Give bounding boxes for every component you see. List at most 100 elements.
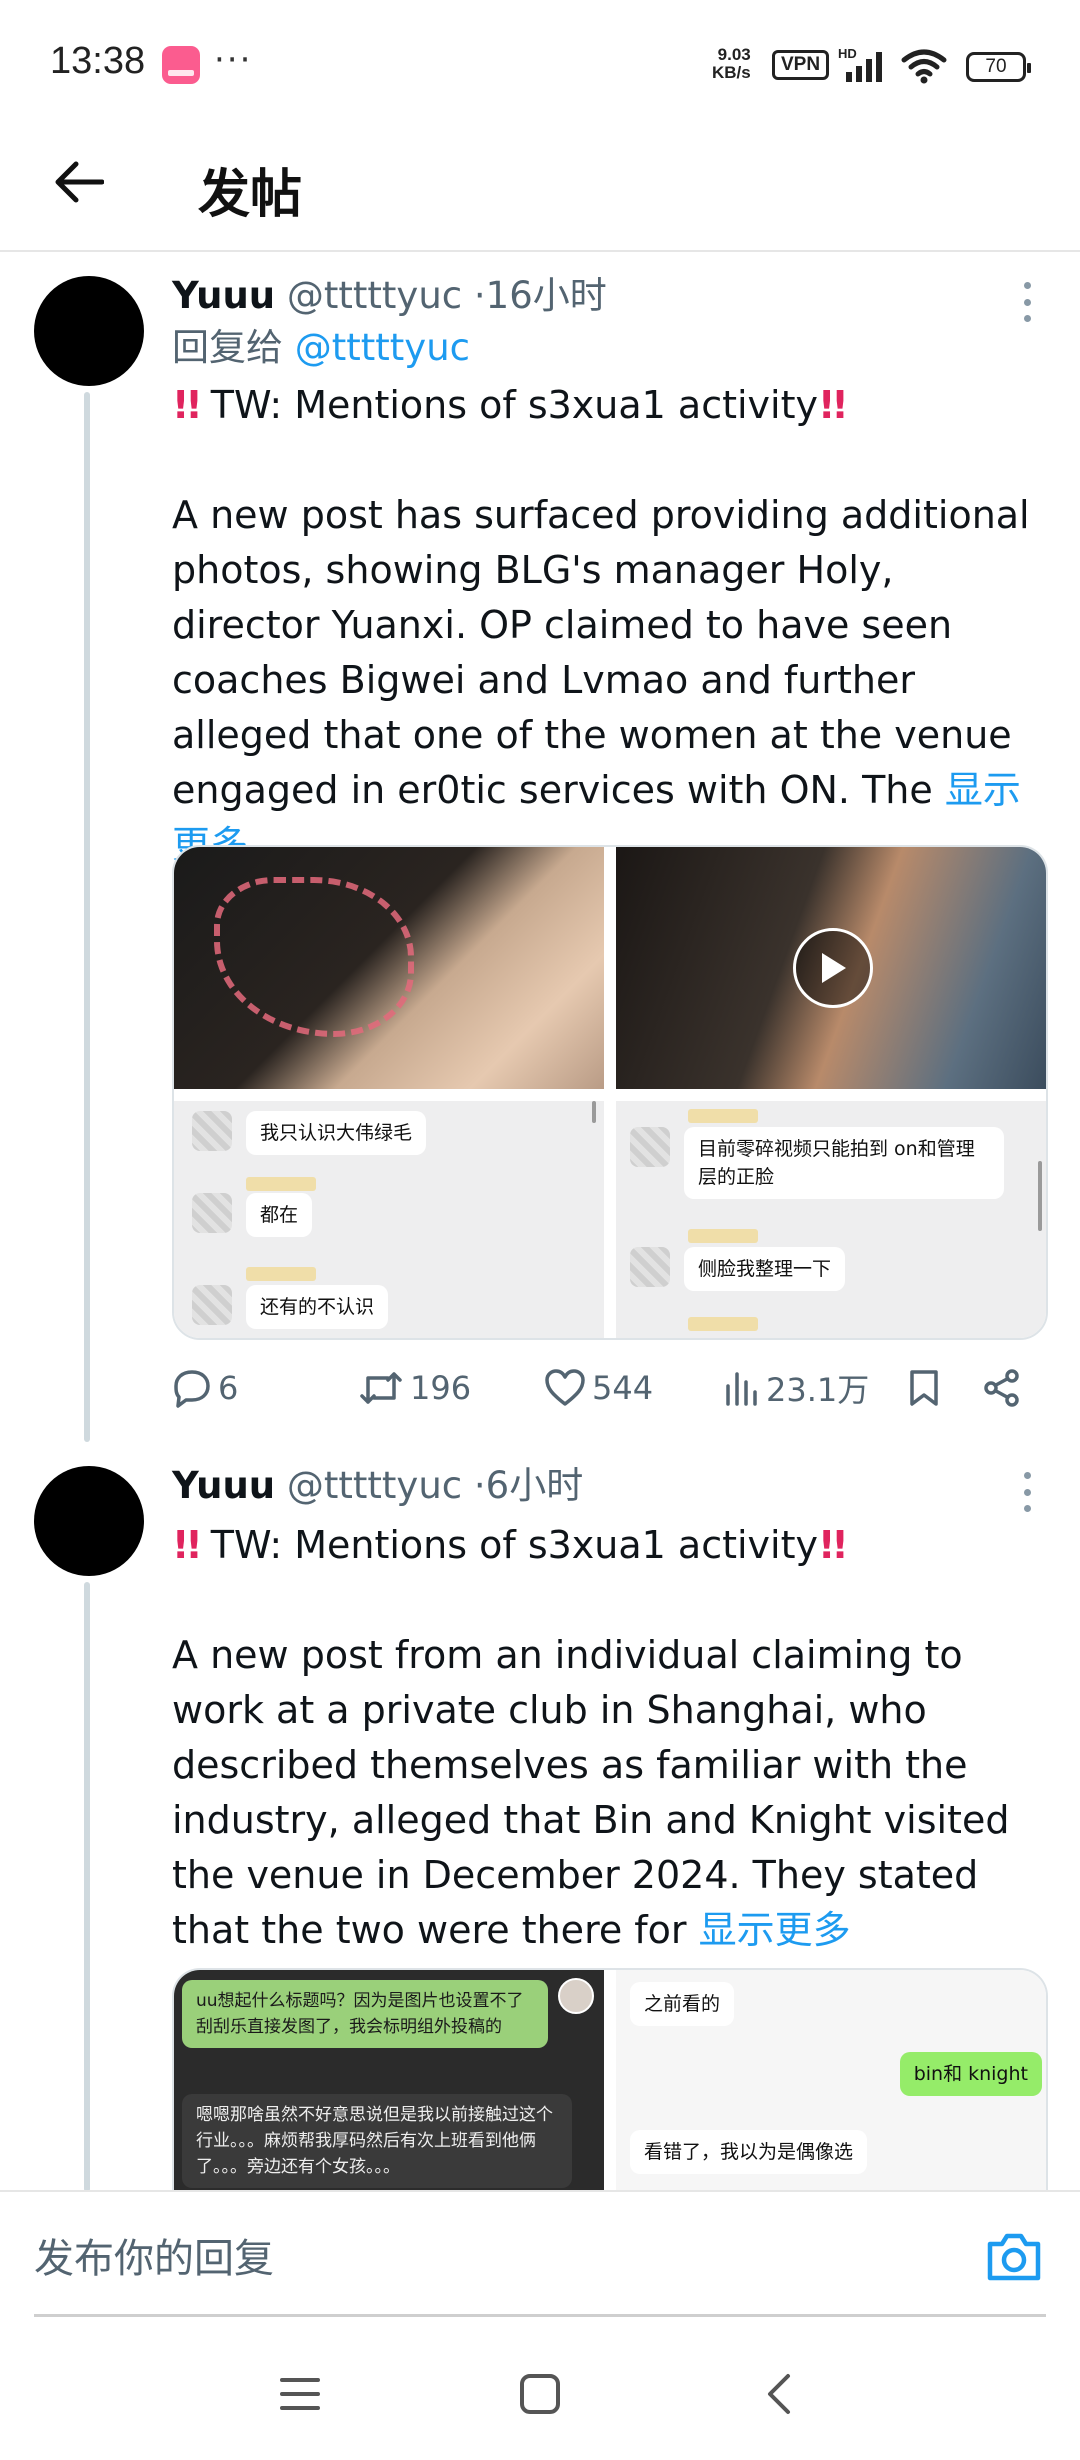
chat-bubble: 之前看的 [630, 1982, 735, 2026]
blurred-avatar [192, 1285, 232, 1325]
chevron-left-icon [768, 2374, 790, 2414]
double-exclamation-icon: !! [172, 1523, 203, 1567]
video-thumbnail[interactable] [616, 847, 1046, 1089]
battery-icon: 70 [966, 52, 1031, 82]
retweet-count: 196 [410, 1369, 472, 1407]
system-navigation-bar [0, 2320, 1080, 2460]
chat-message: 还有的不认识 [192, 1285, 389, 1329]
bookmark-button[interactable] [908, 1358, 946, 1418]
reply-button[interactable]: 6 [172, 1358, 238, 1418]
chat-screenshot[interactable]: 之前看的 bin和 knight 看错了，我以为是偶像选 [616, 1970, 1046, 2218]
chat-message: 嗯嗯那啥虽然不好意思说但是我以前接触过这个行业。。。麻烦帮我厚码然后有次上班看到… [182, 2094, 572, 2188]
chat-screenshot[interactable]: 我只认识大伟绿毛 都在 还有的不认识 [174, 1101, 604, 1338]
warning-line: !! TW: Mentions of s3xua1 activity!! [172, 378, 1048, 433]
reply-icon [174, 1370, 210, 1408]
reply-to-line: 回复给 @tttttyuc [172, 320, 1048, 376]
separator: · [473, 1464, 486, 1507]
views-chart-icon [726, 1372, 757, 1406]
blurred-avatar [192, 1193, 232, 1233]
status-bar: 13:38 ··· 9.03 KB/s VPN HD 70 [0, 0, 1080, 130]
show-more-link[interactable]: 显示更多 [699, 1908, 851, 1952]
reply-input[interactable]: 发布你的回复 [34, 2226, 274, 2284]
svg-text:HD: HD [838, 46, 857, 61]
chat-bubble: uu想起什么标题吗？因为是图片也设置不了刮刮乐直接发图了，我会标明组外投稿的 [182, 1980, 548, 2048]
warning-text: TW: Mentions of s3xua1 activity [210, 383, 818, 427]
back-nav-button[interactable] [750, 2368, 810, 2420]
tweet-time: 6小时 [485, 1464, 584, 1507]
chat-bubble: bin和 knight [899, 2052, 1042, 2096]
input-underline [34, 2314, 1046, 2317]
tweet[interactable]: Yuuu @tttttyuc ·6小时 !! TW: Mentions of s… [172, 1462, 1048, 1958]
chat-bubble: 都在 [246, 1193, 313, 1237]
home-button[interactable] [510, 2368, 570, 2420]
double-exclamation-icon: !! [818, 383, 849, 427]
media-grid: uu想起什么标题吗？因为是图片也设置不了刮刮乐直接发图了，我会标明组外投稿的 嗯… [172, 1968, 1048, 2218]
author-handle[interactable]: @tttttyuc [287, 1464, 462, 1507]
chat-screenshot[interactable]: 目前零碎视频只能拍到 on和管理层的正脸 侧脸我整理一下 [616, 1101, 1046, 1338]
chat-bubble: 我只认识大伟绿毛 [246, 1111, 427, 1155]
tweet-text: !! TW: Mentions of s3xua1 activity!! A n… [172, 1518, 1048, 1958]
wifi-icon [900, 48, 948, 88]
scrollbar [592, 1101, 596, 1123]
views-button[interactable]: 23.1万 [724, 1358, 869, 1418]
back-button[interactable] [48, 152, 108, 212]
thread-connector [84, 1582, 90, 2192]
warning-text: TW: Mentions of s3xua1 activity [210, 1523, 818, 1567]
chat-bubble: 看错了，我以为是偶像选 [630, 2130, 868, 2174]
app-notification-icon [162, 46, 200, 84]
body-paragraph: A new post has surfaced providing additi… [172, 488, 1048, 873]
chat-bubble: 嗯嗯那啥虽然不好意思说但是我以前接触过这个行业。。。麻烦帮我厚码然后有次上班看到… [182, 2094, 572, 2188]
tweet[interactable]: Yuuu @tttttyuc ·16小时 回复给 @tttttyuc !! TW… [172, 272, 1048, 873]
chat-bubble: 目前零碎视频只能拍到 on和管理层的正脸 [684, 1127, 1004, 1199]
like-count: 544 [592, 1369, 654, 1407]
author-name[interactable]: Yuuu [172, 1464, 275, 1507]
camera-icon [987, 2233, 1041, 2281]
more-options-icon[interactable] [1020, 1472, 1034, 1512]
play-icon[interactable] [793, 928, 873, 1008]
chat-message: 看错了，我以为是偶像选 [630, 2130, 868, 2174]
chat-message: bin和 knight [899, 2052, 1042, 2096]
avatar[interactable] [34, 276, 144, 386]
author-name[interactable]: Yuuu [172, 274, 275, 317]
more-notifications-icon: ··· [214, 40, 253, 80]
like-button[interactable]: 544 [544, 1358, 653, 1418]
blurred-name [688, 1229, 758, 1243]
status-time: 13:38 [50, 40, 146, 82]
view-count: 23.1万 [766, 1371, 870, 1409]
tweet-text: !! TW: Mentions of s3xua1 activity!! A n… [172, 378, 1048, 873]
tweet-time: 16小时 [485, 274, 607, 317]
chat-message: uu想起什么标题吗？因为是图片也设置不了刮刮乐直接发图了，我会标明组外投稿的 [182, 1980, 548, 2048]
chat-message: 目前零碎视频只能拍到 on和管理层的正脸 [630, 1127, 1004, 1199]
chat-message: 我只认识大伟绿毛 [192, 1111, 427, 1155]
body-text: A new post has surfaced providing additi… [172, 493, 1030, 812]
author-handle[interactable]: @tttttyuc [287, 274, 462, 317]
retweet-icon [360, 1372, 402, 1404]
cell-signal-icon: HD [838, 46, 892, 88]
blurred-name [246, 1267, 316, 1281]
warning-line: !! TW: Mentions of s3xua1 activity!! [172, 1518, 1048, 1573]
blurred-avatar [192, 1111, 232, 1151]
photo[interactable] [174, 847, 604, 1089]
vpn-icon: VPN [772, 50, 830, 80]
body-paragraph: A new post from an individual claiming t… [172, 1628, 1048, 1958]
media-grid: 我只认识大伟绿毛 都在 还有的不认识 目前零碎视频只能拍到 on和管理层的正脸 … [172, 845, 1048, 1340]
camera-button[interactable] [984, 2230, 1044, 2286]
reply-mention-link[interactable]: @tttttyuc [295, 326, 470, 369]
avatar [558, 1978, 594, 2014]
more-options-icon[interactable] [1020, 282, 1034, 322]
share-button[interactable] [982, 1358, 1028, 1418]
share-icon [984, 1369, 1019, 1407]
recent-apps-button[interactable] [270, 2368, 330, 2420]
retweet-button[interactable]: 196 [358, 1358, 471, 1418]
blurred-name [246, 1177, 316, 1191]
blurred-avatar [630, 1127, 670, 1167]
page-title: 发帖 [198, 165, 303, 225]
avatar[interactable] [34, 1466, 144, 1576]
tweet-header: Yuuu @tttttyuc ·16小时 [172, 272, 1048, 320]
reply-composer: 发布你的回复 [0, 2190, 1080, 2320]
reply-count: 6 [218, 1369, 239, 1407]
thread-connector [84, 392, 90, 1442]
chat-message: 都在 [192, 1193, 313, 1237]
network-speed-unit: KB/s [712, 63, 751, 82]
chat-screenshot[interactable]: uu想起什么标题吗？因为是图片也设置不了刮刮乐直接发图了，我会标明组外投稿的 嗯… [174, 1970, 604, 2218]
